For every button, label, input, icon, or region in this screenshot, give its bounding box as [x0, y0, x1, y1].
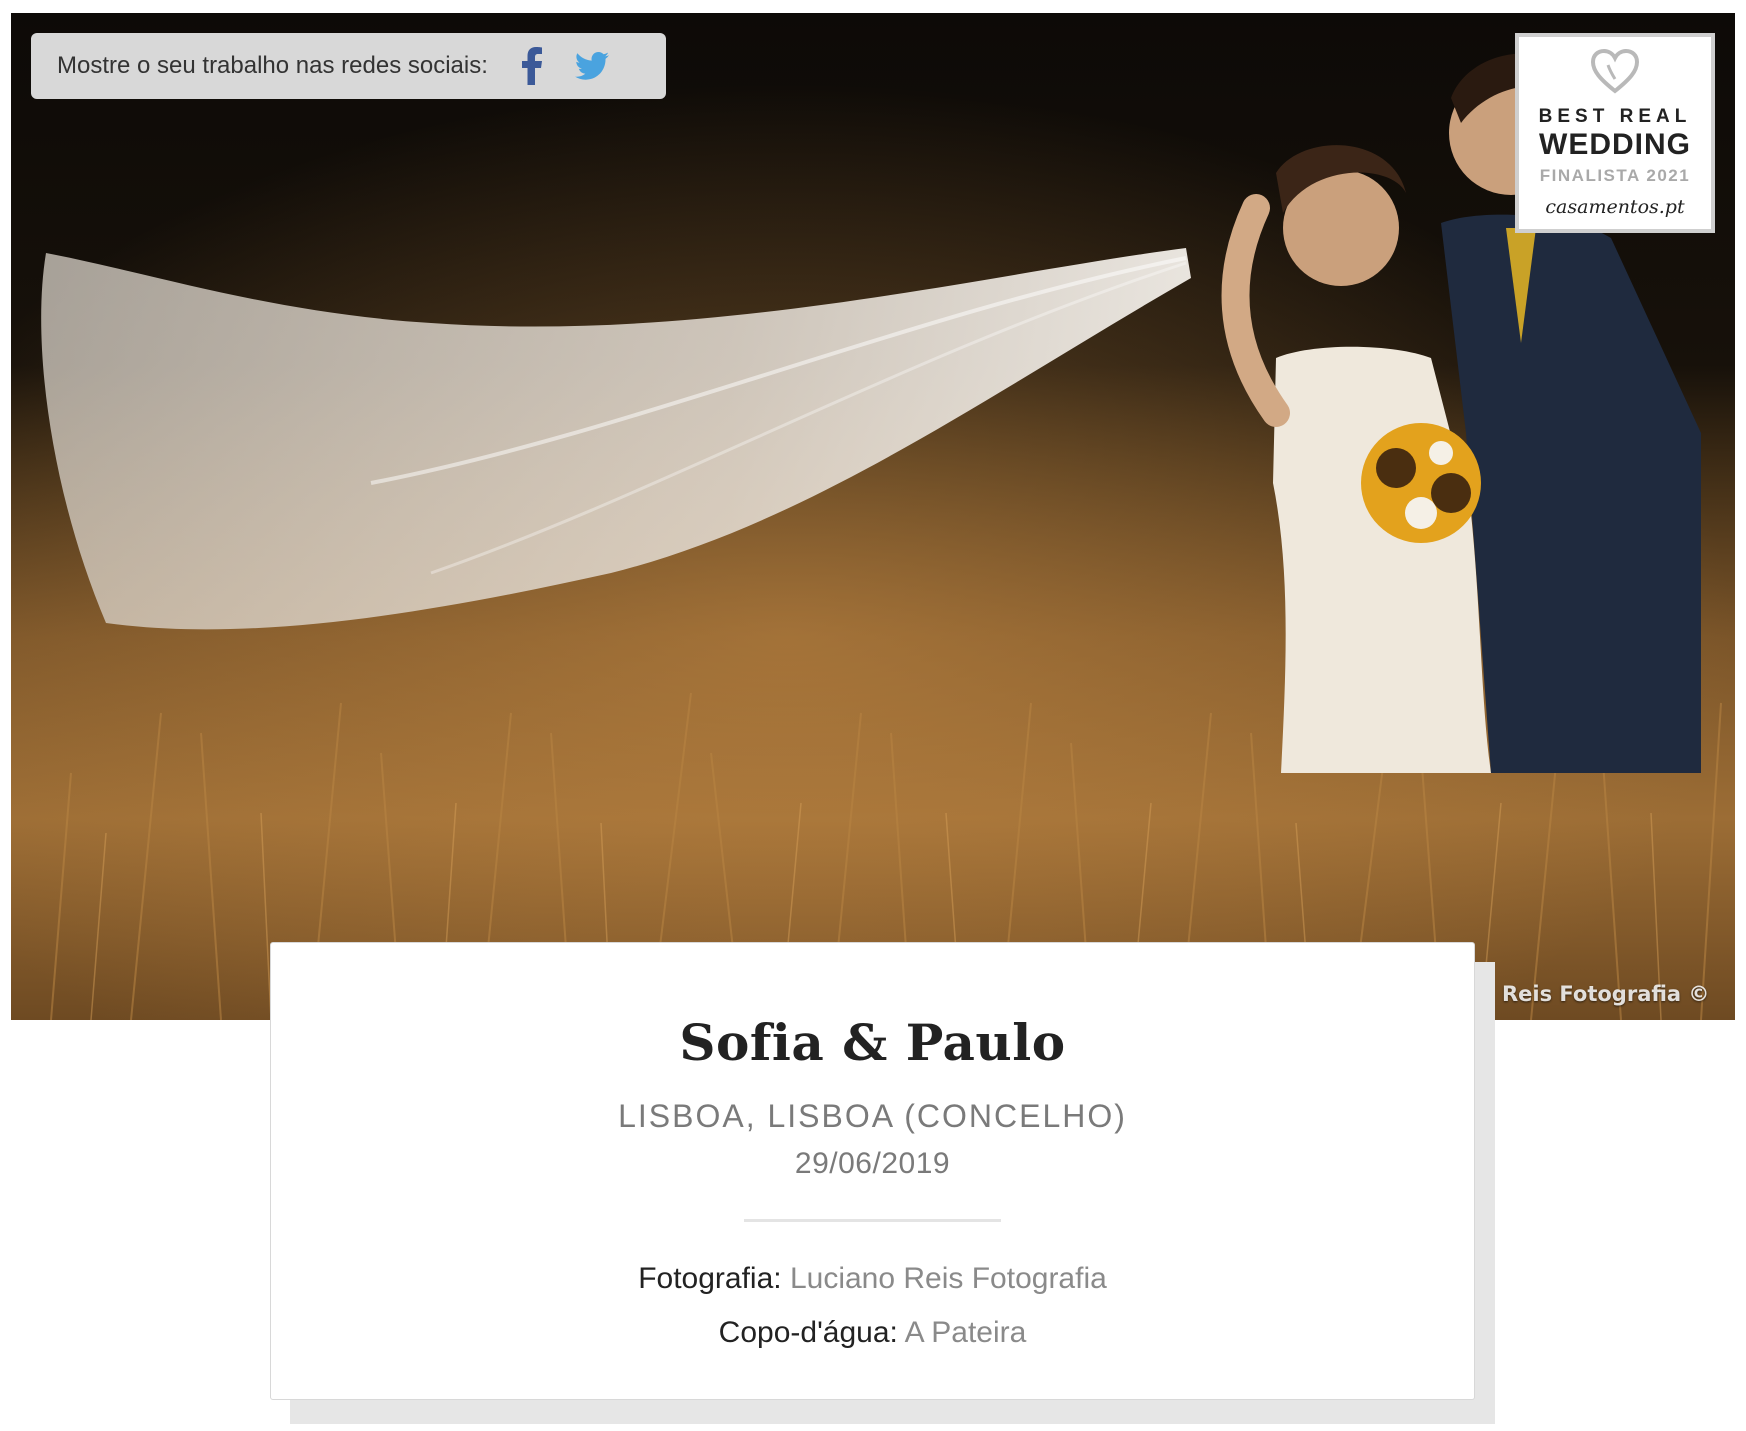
photo-credit: Reis Fotografia ©	[1502, 982, 1710, 1006]
heart-icon	[1590, 48, 1640, 100]
wedding-info-card: Sofia & Paulo LISBOA, LISBOA (CONCELHO) …	[270, 942, 1475, 1400]
hero-photo	[11, 13, 1735, 1020]
wedding-date: 29/06/2019	[794, 1147, 951, 1180]
couple-names: Sofia & Paulo	[679, 1013, 1066, 1072]
share-label: Mostre o seu trabalho nas redes sociais:	[57, 52, 488, 79]
badge-line1: BEST REAL	[1538, 106, 1692, 127]
vendor-label: Copo-d'água:	[718, 1316, 898, 1349]
vendor-label: Fotografia:	[638, 1262, 782, 1295]
wedding-location: LISBOA, LISBOA (CONCELHO)	[618, 1098, 1127, 1134]
badge-line3: FINALISTA 2021	[1539, 166, 1691, 185]
best-real-wedding-badge: BEST REAL WEDDING FINALISTA 2021 casamen…	[1515, 33, 1715, 233]
twitter-icon[interactable]	[572, 46, 612, 86]
vendor-link-venue[interactable]: A Pateira	[905, 1316, 1027, 1349]
social-share-bar: Mostre o seu trabalho nas redes sociais:	[31, 33, 666, 99]
badge-line2: WEDDING	[1539, 128, 1691, 161]
badge-brand: casamentos.pt	[1545, 196, 1685, 218]
facebook-icon[interactable]	[512, 46, 552, 86]
vendor-row-photography: Fotografia: Luciano Reis Fotografia	[271, 1260, 1474, 1298]
divider	[744, 1219, 1001, 1222]
vendor-row-venue: Copo-d'água: A Pateira	[271, 1314, 1474, 1352]
vendor-link-photography[interactable]: Luciano Reis Fotografia	[790, 1262, 1107, 1295]
